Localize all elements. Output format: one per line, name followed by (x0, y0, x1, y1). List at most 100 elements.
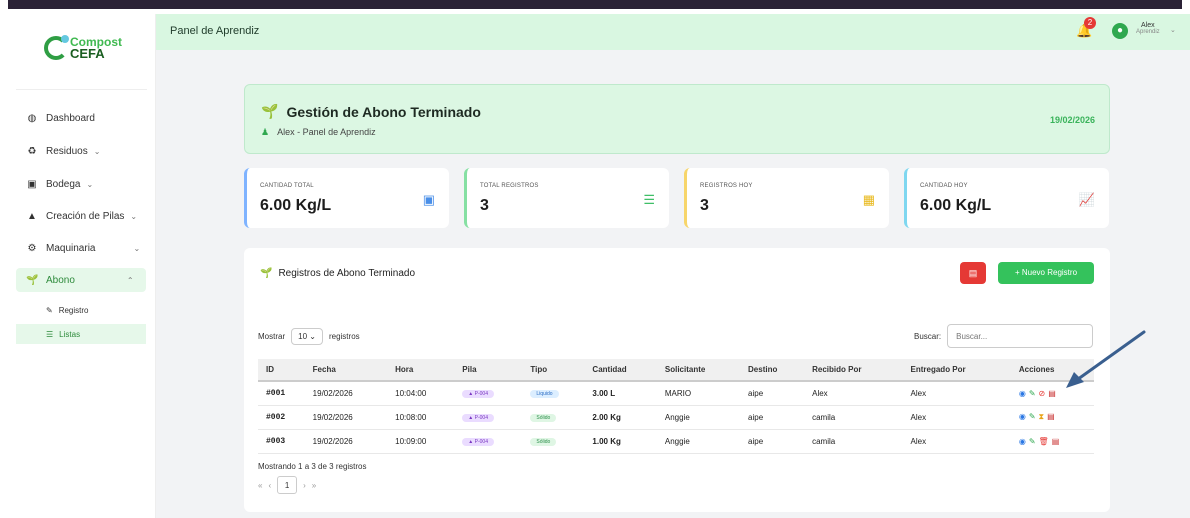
annotation-arrow-icon (1066, 330, 1146, 388)
cell-fecha: 19/02/2026 (304, 405, 388, 430)
tipo-badge: Sólido (530, 438, 557, 446)
page-length-select[interactable]: 10 ⌄ (291, 328, 323, 345)
user-avatar-icon[interactable]: ● (1112, 23, 1128, 39)
column-header[interactable]: Solicitante (656, 359, 741, 382)
box-icon: ▣ (422, 192, 435, 207)
pila-badge: ▲ P-004 (462, 414, 494, 422)
first-page-button[interactable]: « (258, 481, 262, 490)
user-role: Aprendiz (1136, 29, 1160, 35)
pdf-icon[interactable]: ▤ (1048, 389, 1056, 398)
browser-top-strip (0, 0, 1190, 14)
seedling-icon: 🌱 (260, 268, 273, 279)
pila-badge: ▲ P-004 (462, 438, 494, 446)
stat-label: REGISTROS HOY (700, 183, 753, 189)
cell-cantidad: 1.00 Kg (584, 429, 657, 454)
notifications-bell-icon[interactable]: 🔔 2 (1076, 17, 1096, 39)
chevron-down-icon[interactable]: ⌄ (1170, 26, 1176, 34)
cell-recibido: Alex (804, 381, 903, 406)
column-header[interactable]: Entregado Por (902, 359, 1011, 382)
sidebar-item-residuos[interactable]: ♻ Residuos ⌄ (16, 139, 146, 163)
page-banner: 🌱 Gestión de Abono Terminado ♟ Alex - Pane… (244, 84, 1110, 154)
last-page-button[interactable]: » (312, 481, 316, 490)
sidebar: Compost CEFA ◍ Dashboard ♻ Residuos ⌄ ▣ Bodeg… (8, 14, 156, 518)
stat-card-cantidad-hoy: CANTIDAD HOY 6.00 Kg/L 📈 (904, 168, 1109, 228)
page-subtitle: Alex - Panel de Aprendiz (277, 127, 376, 137)
hourglass-icon[interactable]: ⧗ (1039, 412, 1045, 422)
sidebar-item-creacion-pilas[interactable]: ▲ Creación de Pilas ⌄ (16, 204, 146, 228)
view-icon[interactable]: ◉ (1019, 412, 1026, 422)
gears-icon: ⚙ (27, 242, 37, 254)
pdf-icon[interactable]: ▤ (1052, 437, 1060, 446)
table-row: #003 19/02/2026 10:09:00 ▲ P-004 Sólido … (258, 429, 1094, 454)
page-subtitle-row: ♟ Alex - Panel de Aprendiz (261, 127, 376, 138)
column-header[interactable]: Destino (740, 359, 805, 382)
cell-pila: ▲ P-004 (454, 405, 523, 430)
column-header[interactable]: Pila (454, 359, 523, 382)
export-pdf-button[interactable]: ▤ (960, 262, 986, 284)
edit-icon: ✎ (46, 305, 53, 315)
page-length-control: Mostrar 10 ⌄ registros (258, 328, 360, 345)
column-header[interactable]: Cantidad (584, 359, 657, 382)
edit-icon[interactable]: ✎ (1029, 412, 1036, 422)
stat-value: 6.00 Kg/L (260, 197, 332, 214)
edit-icon[interactable]: ✎ (1029, 437, 1036, 446)
sidebar-item-label: Abono (46, 274, 75, 286)
user-name: Alex (1141, 22, 1155, 29)
page-length-value: 10 (298, 332, 308, 341)
page-heading: 🌱 Gestión de Abono Terminado (261, 103, 481, 120)
sidebar-item-label: Residuos (46, 145, 88, 157)
column-header[interactable]: Tipo (522, 359, 585, 382)
table-row: #002 19/02/2026 10:08:00 ▲ P-004 Sólido … (258, 405, 1094, 430)
top-header: Panel de Aprendiz 🔔 2 ● Alex Aprendiz ⌄ (156, 14, 1190, 50)
next-page-button[interactable]: › (303, 481, 306, 490)
stat-label: CANTIDAD TOTAL (260, 183, 314, 189)
window-bar (8, 0, 1182, 9)
new-record-button[interactable]: + Nuevo Registro (998, 262, 1094, 284)
chevron-down-icon: ⌄ (86, 179, 94, 189)
page-title: Gestión de Abono Terminado (286, 103, 481, 120)
column-header[interactable]: ID (258, 359, 305, 382)
sidebar-item-dashboard[interactable]: ◍ Dashboard (16, 106, 146, 130)
cell-hora: 10:08:00 (387, 405, 455, 430)
column-header[interactable]: Hora (387, 359, 455, 382)
warehouse-icon: ▣ (27, 178, 37, 190)
mountain-icon: ▲ (27, 210, 37, 222)
pdf-icon: ▤ (968, 268, 978, 278)
cell-acciones: ◉ ✎ ⧗ ▤ (1010, 405, 1094, 430)
cancel-icon[interactable]: ⊘ (1039, 389, 1046, 398)
cell-entregado: Alex (902, 429, 1011, 454)
sidebar-item-maquinaria[interactable]: ⚙ Maquinaria ⌄ (16, 236, 146, 260)
edit-icon[interactable]: ✎ (1029, 389, 1036, 398)
list-icon: ☰ (46, 329, 54, 339)
chart-line-icon: 📈 (1078, 192, 1095, 207)
cell-solicitante: MARIO (656, 381, 741, 406)
sidebar-subitem-registro[interactable]: ✎ Registro (16, 300, 146, 320)
sidebar-subitem-listas[interactable]: ☰ Listas (16, 324, 146, 344)
cell-entregado: Alex (902, 405, 1011, 430)
sidebar-divider (16, 89, 147, 90)
view-icon[interactable]: ◉ (1019, 437, 1026, 446)
chevron-down-icon: ⌄ (130, 211, 138, 221)
column-header[interactable]: Recibido Por (804, 359, 903, 382)
sidebar-item-abono[interactable]: 🌱 Abono ⌃ (16, 268, 146, 292)
page-1-button[interactable]: 1 (277, 476, 298, 494)
trash-icon[interactable]: 🗑 (1039, 437, 1049, 446)
main-content: 🌱 Gestión de Abono Terminado ♟ Alex - Pane… (156, 50, 1190, 518)
stat-value: 6.00 Kg/L (920, 197, 992, 214)
table-row: #001 19/02/2026 10:04:00 ▲ P-004 Liquido… (258, 381, 1094, 406)
stat-label: CANTIDAD HOY (920, 183, 968, 189)
cell-entregado: Alex (902, 381, 1011, 406)
cell-destino: aipe (740, 381, 805, 406)
sidebar-item-bodega[interactable]: ▣ Bodega ⌄ (16, 172, 146, 196)
column-header[interactable]: Fecha (304, 359, 388, 382)
header-title: Panel de Aprendiz (170, 25, 260, 37)
brand-logo[interactable]: Compost CEFA (44, 35, 122, 60)
cell-pila: ▲ P-004 (454, 429, 523, 454)
recycle-icon: ♻ (27, 145, 37, 157)
view-icon[interactable]: ◉ (1019, 389, 1026, 398)
user-menu[interactable]: Alex Aprendiz (1136, 22, 1160, 35)
prev-page-button[interactable]: ‹ (268, 481, 271, 490)
sidebar-subitem-label: Listas (59, 329, 81, 339)
pdf-icon[interactable]: ▤ (1047, 412, 1055, 422)
sidebar-item-label: Bodega (46, 178, 81, 190)
